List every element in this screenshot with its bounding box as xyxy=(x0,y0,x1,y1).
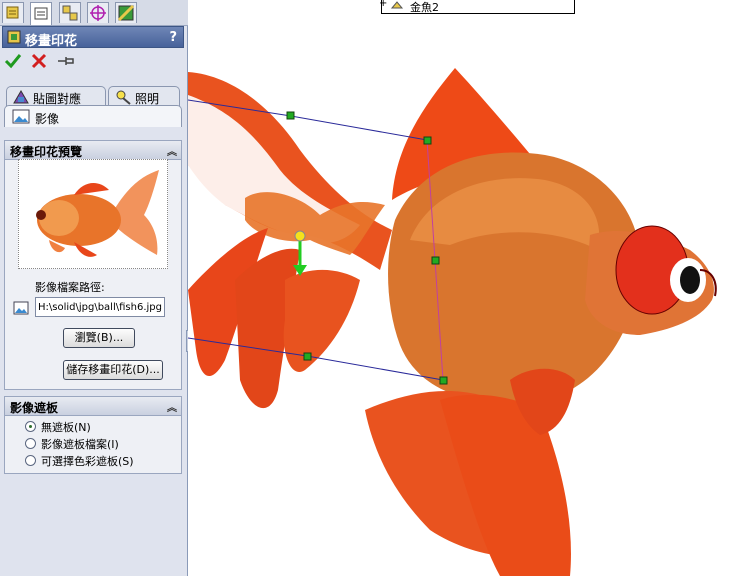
property-manager-tab[interactable] xyxy=(30,2,52,25)
graphics-viewport[interactable]: + 金魚2 xyxy=(188,0,738,576)
mapping-icon xyxy=(13,90,29,104)
radio-color-mask-label: 可選擇色彩遮板(S) xyxy=(41,455,134,468)
property-manager-panel: 移畫印花 ? 貼圖對應 照明 影像 移畫印花預覽 ︽ 影像檔案路徑: H:\so… xyxy=(0,0,188,576)
display-manager-tab[interactable] xyxy=(115,2,137,23)
radio-icon xyxy=(25,438,36,449)
crosshair-icon xyxy=(90,5,106,21)
browse-button[interactable]: 瀏覽(B)... xyxy=(63,328,135,348)
radio-icon xyxy=(25,455,36,466)
goldfish-model xyxy=(188,68,717,576)
page-title: 移畫印花 xyxy=(25,34,78,49)
tree-item-label[interactable]: 金魚2 xyxy=(410,0,439,15)
decal-preview-title: 移畫印花預覽 xyxy=(10,145,83,159)
radio-selected-icon xyxy=(25,421,36,432)
configuration-icon xyxy=(62,5,78,21)
expand-plus-icon[interactable]: + xyxy=(379,0,387,9)
save-decal-button[interactable]: 儲存移畫印花(D)... xyxy=(63,360,163,380)
tab-lighting[interactable]: 照明 xyxy=(108,86,180,106)
image-mask-group: 影像遮板 ︽ 無遮板(N) 影像遮板檔案(I) 可選擇色彩遮板(S) xyxy=(4,396,182,474)
decal-icon xyxy=(7,30,21,44)
tab-mapping[interactable]: 貼圖對應 xyxy=(6,86,106,106)
feature-tree-icon xyxy=(6,6,19,19)
ok-check-icon[interactable] xyxy=(4,52,22,70)
part-icon xyxy=(390,1,404,9)
image-icon xyxy=(12,109,30,124)
decal-preview-group: 移畫印花預覽 ︽ 影像檔案路徑: 瀏覽(B)... 儲存移畫印花(D)... xyxy=(4,140,182,390)
tab-image[interactable]: 影像 xyxy=(4,105,182,127)
radio-no-mask-label: 無遮板(N) xyxy=(41,421,91,434)
configuration-manager-tab[interactable] xyxy=(59,2,81,23)
tab-image-label: 影像 xyxy=(35,112,60,126)
display-manager-icon xyxy=(117,4,135,22)
action-row xyxy=(4,52,84,70)
radio-mask-file-label: 影像遮板檔案(I) xyxy=(41,438,119,451)
image-mask-header[interactable]: 影像遮板 ︽ xyxy=(5,397,181,416)
help-button[interactable]: ? xyxy=(169,30,177,45)
feature-manager-tab[interactable] xyxy=(2,2,24,23)
dimxpert-tab[interactable] xyxy=(87,2,109,23)
decal-preview-image xyxy=(18,159,168,269)
collapse-chevron-icon[interactable]: ︽ xyxy=(167,399,177,414)
feature-tree-flyout: + 金魚2 xyxy=(379,0,575,15)
image-mask-title: 影像遮板 xyxy=(10,401,59,415)
image-file-icon xyxy=(13,301,29,315)
pushpin-icon[interactable] xyxy=(56,52,76,70)
property-manager-title-bar: 移畫印花 ? xyxy=(2,26,184,49)
collapse-chevron-icon[interactable]: ︽ xyxy=(167,143,177,158)
image-path-label: 影像檔案路徑: xyxy=(35,281,105,294)
cancel-x-icon[interactable] xyxy=(30,52,48,70)
goldfish-thumbnail xyxy=(36,170,159,257)
decal-preview-header[interactable]: 移畫印花預覽 ︽ xyxy=(5,141,181,160)
property-icon xyxy=(34,7,48,20)
image-path-input[interactable] xyxy=(35,297,165,317)
manager-tab-bar xyxy=(0,0,188,26)
lighting-icon xyxy=(116,90,131,105)
